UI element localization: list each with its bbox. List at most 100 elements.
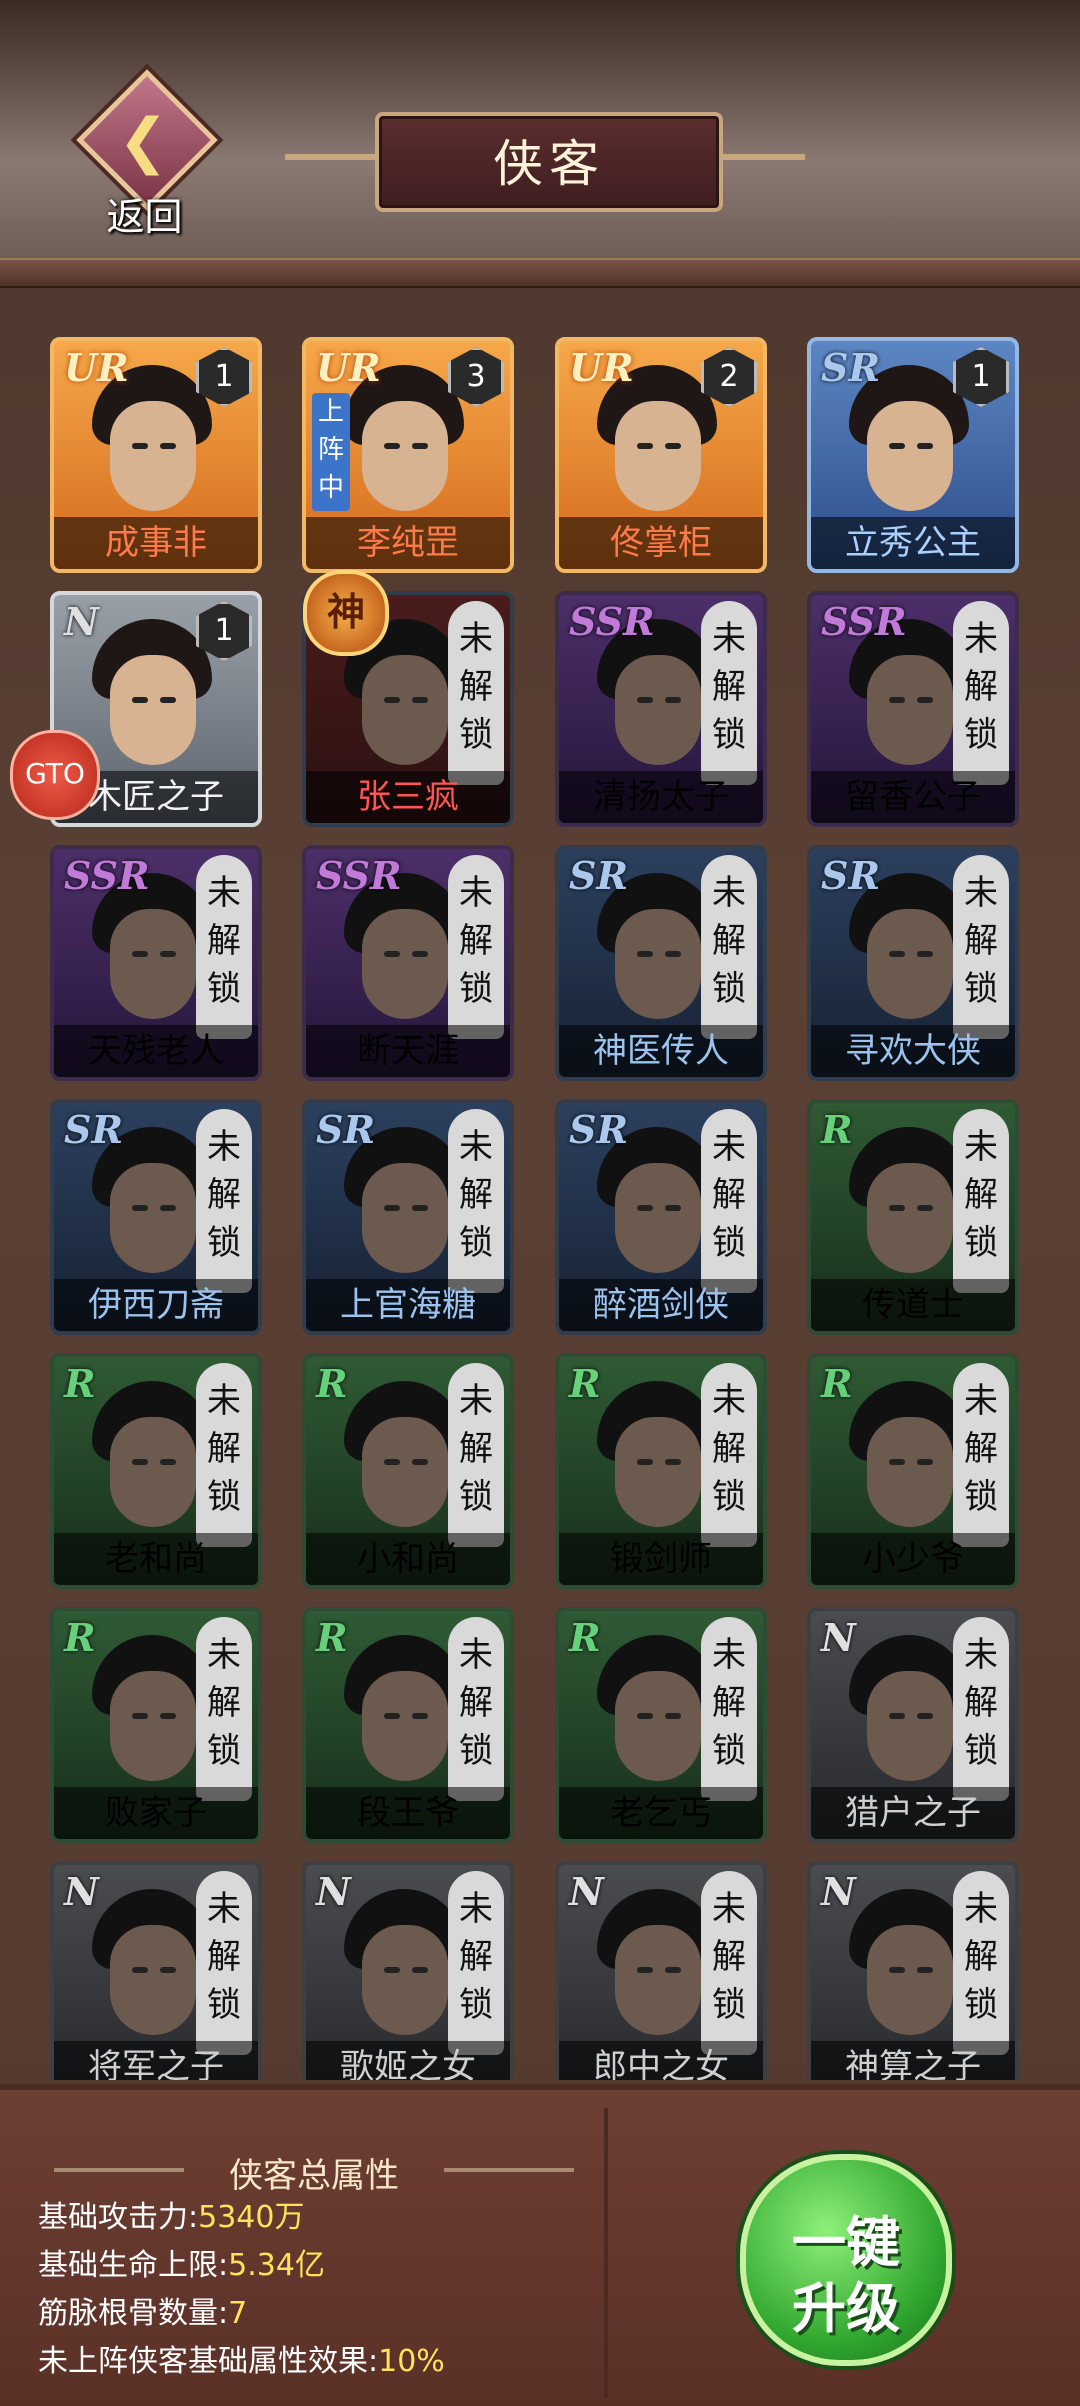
hero-card[interactable]: R 未解锁 小和尚 xyxy=(302,1353,514,1589)
stat-effect: 未上阵侠客基础属性效果:10% xyxy=(38,2336,445,2380)
god-badge: 神 xyxy=(303,570,389,656)
locked-badge: 未解锁 xyxy=(953,1363,1009,1547)
locked-badge: 未解锁 xyxy=(448,1871,504,2055)
stat-tendon-value: 7 xyxy=(228,2296,248,2331)
hero-name: 醉酒剑侠 xyxy=(559,1279,763,1331)
hero-card[interactable]: R 未解锁 老和尚 xyxy=(50,1353,262,1589)
hero-name: 清扬太子 xyxy=(559,771,763,823)
hero-name: 小和尚 xyxy=(306,1533,510,1585)
hero-card[interactable]: R 未解锁 段王爷 xyxy=(302,1607,514,1843)
bottom-panel: 侠客总属性 基础攻击力:5340万 基础生命上限:5.34亿 筋脉根骨数量:7 … xyxy=(0,2084,1080,2406)
hero-card[interactable]: SSR 未解锁 留香公子 xyxy=(807,591,1019,827)
one-click-upgrade-button[interactable]: 一键 升级 xyxy=(740,2154,952,2366)
hero-name: 猎户之子 xyxy=(811,1787,1015,1839)
locked-badge: 未解锁 xyxy=(701,1617,757,1801)
rarity-label: SR xyxy=(316,1107,376,1152)
rarity-label: SR xyxy=(64,1107,124,1152)
title-ornament-left xyxy=(285,154,380,160)
locked-badge: 未解锁 xyxy=(196,855,252,1039)
back-button[interactable]: ❮ 返回 xyxy=(72,69,222,240)
hero-name: 歌姬之女 xyxy=(306,2041,510,2080)
locked-badge: 未解锁 xyxy=(953,1109,1009,1293)
hero-name: 锻剑师 xyxy=(559,1533,763,1585)
rarity-label: SR xyxy=(569,1107,629,1152)
rarity-label: N xyxy=(821,1615,856,1660)
header-rail xyxy=(0,258,1080,288)
stat-attack-label: 基础攻击力: xyxy=(38,2200,199,2235)
locked-badge: 未解锁 xyxy=(196,1109,252,1293)
locked-badge: 未解锁 xyxy=(701,1363,757,1547)
hero-card[interactable]: SR 未解锁 伊西刀斋 xyxy=(50,1099,262,1335)
hero-card[interactable]: SR 未解锁 醉酒剑侠 xyxy=(555,1099,767,1335)
hero-name: 佟掌柜 xyxy=(559,517,763,569)
deployed-tag: 上阵中 xyxy=(312,393,350,511)
rarity-label: SR xyxy=(821,345,881,390)
hero-card[interactable]: N 未解锁 猎户之子 xyxy=(807,1607,1019,1843)
hero-card[interactable]: SSR 未解锁 断天涯 xyxy=(302,845,514,1081)
locked-badge: 未解锁 xyxy=(448,1363,504,1547)
hero-card[interactable]: SR 未解锁 神医传人 xyxy=(555,845,767,1081)
locked-badge: 未解锁 xyxy=(448,1109,504,1293)
rarity-label: N xyxy=(316,1869,351,1914)
hero-card[interactable]: R 未解锁 传道士 xyxy=(807,1099,1019,1335)
hero-card[interactable]: N 未解锁 郎中之女 xyxy=(555,1861,767,2080)
hero-name: 留香公子 xyxy=(811,771,1015,823)
hero-name: 神算之子 xyxy=(811,2041,1015,2080)
rarity-label: R xyxy=(821,1107,853,1152)
hero-name: 天残老人 xyxy=(54,1025,258,1077)
rarity-label: R xyxy=(569,1361,601,1406)
hero-name: 立秀公主 xyxy=(811,517,1015,569)
hero-card[interactable]: UR 3 上阵中 李纯罡 xyxy=(302,337,514,573)
stat-hp-label: 基础生命上限: xyxy=(38,2248,229,2283)
hero-card[interactable]: SR 1 立秀公主 xyxy=(807,337,1019,573)
hero-name: 郎中之女 xyxy=(559,2041,763,2080)
rarity-label: R xyxy=(64,1361,96,1406)
hero-grid: UR 1 成事非 UR 3 上阵中 李纯罡 UR 2 佟掌柜 SR 1 立秀公主 N 1 木匠之子 未解锁 张三疯… xyxy=(0,285,1080,2080)
stats-title: 侠客总属性 xyxy=(229,2156,399,2196)
locked-badge: 未解锁 xyxy=(701,1871,757,2055)
hero-card[interactable]: SR 未解锁 上官海糖 xyxy=(302,1099,514,1335)
page-title: 侠客 xyxy=(493,135,605,193)
hero-card[interactable]: N 未解锁 将军之子 xyxy=(50,1861,262,2080)
stat-attack-value: 5340万 xyxy=(198,2200,305,2235)
hero-card[interactable]: SR 未解锁 寻欢大侠 xyxy=(807,845,1019,1081)
hero-card[interactable]: SSR 未解锁 天残老人 xyxy=(50,845,262,1081)
upgrade-label-line2: 升级 xyxy=(792,2277,900,2340)
hero-card[interactable]: SSR 未解锁 清扬太子 xyxy=(555,591,767,827)
stat-tendon-label: 筋脉根骨数量: xyxy=(38,2296,229,2331)
locked-badge: 未解锁 xyxy=(953,1617,1009,1801)
hero-card[interactable]: R 未解锁 败家子 xyxy=(50,1607,262,1843)
hero-name: 传道士 xyxy=(811,1279,1015,1331)
locked-badge: 未解锁 xyxy=(448,601,504,785)
hero-card[interactable]: N 未解锁 神算之子 xyxy=(807,1861,1019,2080)
header: ❮ 返回 侠客 xyxy=(0,0,1080,270)
title-frame: 侠客 xyxy=(285,112,805,212)
hero-name: 张三疯 xyxy=(306,771,510,823)
hero-card[interactable]: R 未解锁 老乞丐 xyxy=(555,1607,767,1843)
hero-name: 段王爷 xyxy=(306,1787,510,1839)
floating-game-button[interactable]: GTO xyxy=(10,730,100,820)
locked-badge: 未解锁 xyxy=(701,855,757,1039)
rarity-label: R xyxy=(316,1615,348,1660)
rarity-label: SSR xyxy=(821,599,907,644)
hero-card[interactable]: N 未解锁 歌姬之女 xyxy=(302,1861,514,2080)
hero-card[interactable]: R 未解锁 小少爷 xyxy=(807,1353,1019,1589)
hero-name: 神医传人 xyxy=(559,1025,763,1077)
hero-card[interactable]: R 未解锁 锻剑师 xyxy=(555,1353,767,1589)
stats-deco-right xyxy=(444,2168,574,2172)
stats-deco-left xyxy=(54,2168,184,2172)
stat-effect-label: 未上阵侠客基础属性效果: xyxy=(38,2344,379,2379)
hero-name: 断天涯 xyxy=(306,1025,510,1077)
hero-card[interactable]: UR 1 成事非 xyxy=(50,337,262,573)
rarity-label: N xyxy=(64,599,99,644)
hero-name: 伊西刀斋 xyxy=(54,1279,258,1331)
stat-hp: 基础生命上限:5.34亿 xyxy=(38,2240,325,2284)
hero-name: 将军之子 xyxy=(54,2041,258,2080)
locked-badge: 未解锁 xyxy=(953,855,1009,1039)
hero-name: 败家子 xyxy=(54,1787,258,1839)
stat-effect-value: 10% xyxy=(378,2344,445,2379)
hero-card[interactable]: UR 2 佟掌柜 xyxy=(555,337,767,573)
hero-name: 成事非 xyxy=(54,517,258,569)
rarity-label: N xyxy=(569,1869,604,1914)
rarity-label: SR xyxy=(821,853,881,898)
